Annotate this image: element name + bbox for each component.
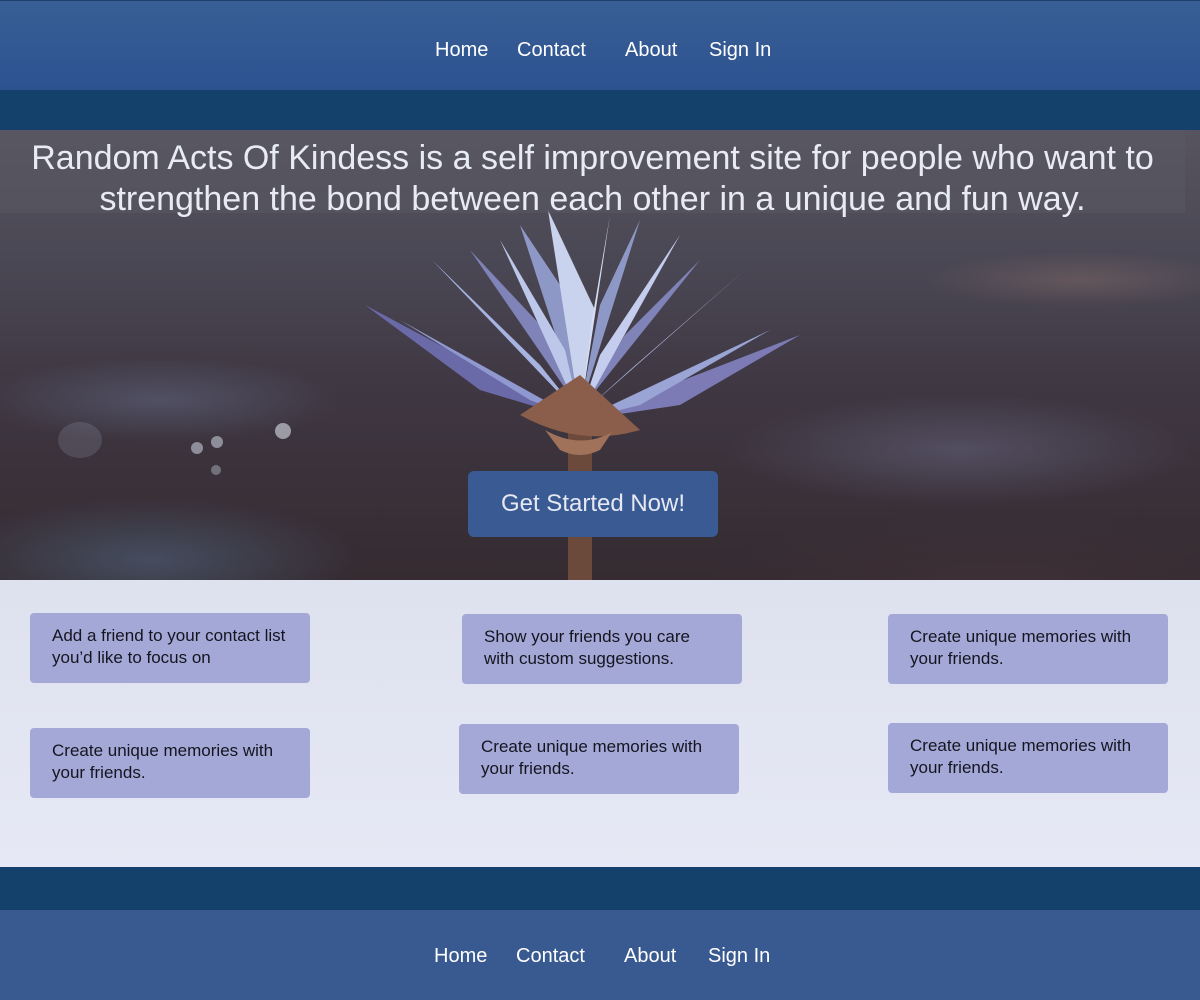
nav-about-link[interactable]: About (625, 38, 677, 62)
feature-card-text: Show your friends you care with custom s… (484, 627, 690, 668)
footer-sign-in-link[interactable]: Sign In (708, 944, 770, 968)
footer-navigation: Home Contact About Sign In (0, 910, 1200, 1000)
feature-card: Create unique memories with your friends… (888, 614, 1168, 684)
feature-card-text: Add a friend to your contact list you’d … (52, 626, 286, 667)
footer-contact-link[interactable]: Contact (516, 944, 585, 968)
top-divider-band (0, 90, 1200, 130)
nav-home-link[interactable]: Home (435, 38, 488, 62)
hero-section: Random Acts Of Kindess is a self improve… (0, 130, 1200, 580)
feature-card-text: Create unique memories with your friends… (910, 736, 1132, 777)
feature-card: Create unique memories with your friends… (30, 728, 310, 798)
feature-card: Add a friend to your contact list you’d … (30, 613, 310, 683)
nav-contact-link[interactable]: Contact (517, 38, 586, 62)
feature-card-text: Create unique memories with your friends… (910, 627, 1132, 668)
feature-card: Create unique memories with your friends… (888, 723, 1168, 793)
feature-card-text: Create unique memories with your friends… (52, 741, 274, 782)
feature-card-text: Create unique memories with your friends… (481, 737, 703, 778)
footer-about-link[interactable]: About (624, 944, 676, 968)
feature-card: Create unique memories with your friends… (459, 724, 739, 794)
feature-card: Show your friends you care with custom s… (462, 614, 742, 684)
bottom-divider-band (0, 867, 1200, 910)
get-started-button[interactable]: Get Started Now! (468, 471, 718, 537)
nav-sign-in-link[interactable]: Sign In (709, 38, 771, 62)
footer-home-link[interactable]: Home (434, 944, 487, 968)
hero-headline: Random Acts Of Kindess is a self improve… (31, 139, 1154, 218)
features-section: Add a friend to your contact list you’d … (0, 580, 1200, 867)
top-navigation: Home Contact About Sign In (0, 0, 1200, 90)
